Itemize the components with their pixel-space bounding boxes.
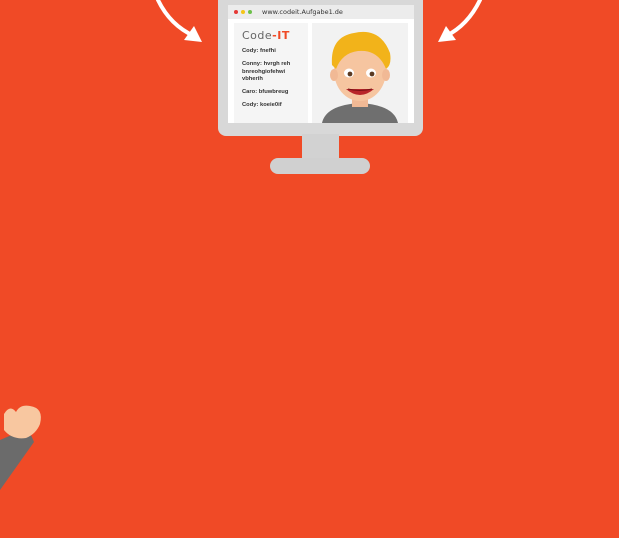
url-text: www.codeit.Aufgabe1.de: [262, 8, 343, 16]
hand-icon: [0, 405, 41, 490]
message-item: Cody: fnefhi: [242, 48, 276, 54]
message-item: Caro: bfuwbreug: [242, 89, 289, 96]
logo-suffix: IT: [277, 29, 290, 42]
address-bar[interactable]: www.codeit.Aufgabe1.de: [228, 5, 414, 19]
monitor: www.codeit.Aufgabe1.de Code-IT Cody: fne…: [218, 0, 423, 175]
arrow-left-down-icon: [438, 0, 482, 42]
avatar-face-icon: [322, 31, 398, 123]
maximize-dot-icon[interactable]: [248, 10, 252, 14]
logo-prefix: Code: [242, 29, 273, 42]
window-controls: [234, 10, 252, 14]
monitor-base: [270, 158, 370, 174]
close-dot-icon[interactable]: [234, 10, 238, 14]
monitor-frame: www.codeit.Aufgabe1.de Code-IT Cody: fne…: [218, 0, 423, 136]
browser-window: www.codeit.Aufgabe1.de Code-IT Cody: fne…: [228, 5, 414, 123]
minimize-dot-icon[interactable]: [241, 10, 245, 14]
chat-panel: Code-IT Cody: fnefhi Conny: hvrgh reh bn…: [234, 23, 308, 123]
monitor-neck: [302, 134, 339, 160]
message-list: Cody: fnefhi Conny: hvrgh reh bnreohgiof…: [242, 48, 306, 115]
message-item: Conny: hvrgh reh bnreohgiofehwi vbherih: [242, 60, 291, 83]
message-item: Cody: koeie0if: [242, 102, 282, 109]
avatar-panel: [312, 23, 408, 123]
arrow-right-down-icon: [156, 0, 202, 42]
codeit-logo: Code-IT: [242, 29, 290, 42]
